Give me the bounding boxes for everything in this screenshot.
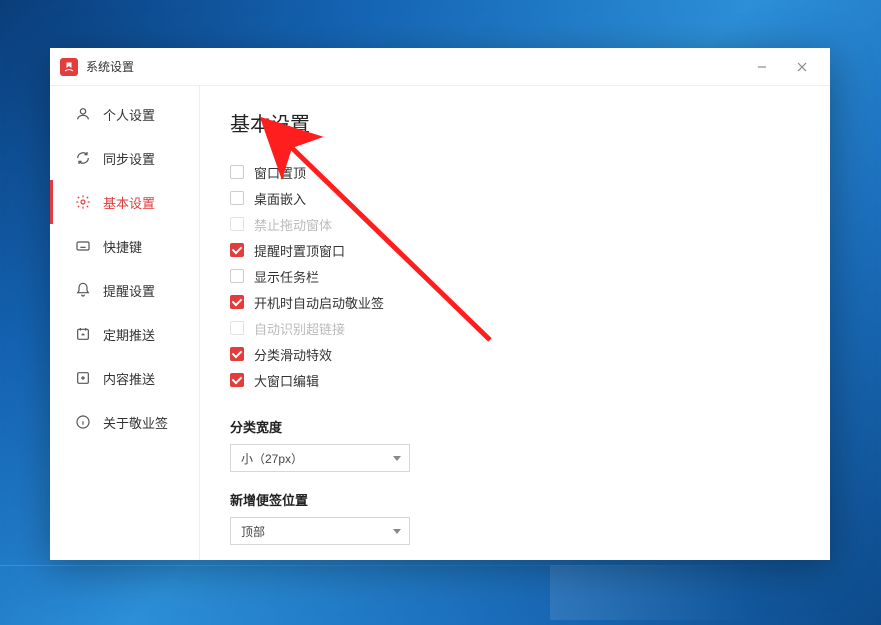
sidebar-item-sync[interactable]: 同步设置 [50, 136, 199, 180]
select-category-width[interactable]: 小（27px） [230, 444, 410, 472]
content-push-icon [75, 370, 91, 386]
minimize-button[interactable] [742, 52, 782, 82]
sidebar-item-label: 定期推送 [103, 325, 155, 344]
titlebar: 系统设置 [50, 48, 830, 86]
sidebar-item-reminder[interactable]: 提醒设置 [50, 268, 199, 312]
check-label: 大窗口编辑 [254, 371, 319, 390]
sidebar-item-label: 个人设置 [103, 105, 155, 124]
check-label: 禁止拖动窗体 [254, 215, 332, 234]
check-label: 桌面嵌入 [254, 189, 306, 208]
check-label: 开机时自动启动敬业签 [254, 293, 384, 312]
sidebar-item-content-push[interactable]: 内容推送 [50, 356, 199, 400]
sidebar-item-basic[interactable]: 基本设置 [50, 180, 199, 224]
content-panel: 基本设置 窗口置顶 桌面嵌入 禁止拖动窗体 提醒时置顶窗口 [200, 86, 830, 560]
info-icon [75, 414, 91, 430]
checkbox-icon [230, 217, 244, 231]
chevron-down-icon [393, 456, 401, 461]
window-title: 系统设置 [86, 58, 134, 75]
app-icon [60, 58, 78, 76]
sidebar-item-about[interactable]: 关于敬业签 [50, 400, 199, 444]
settings-window: 系统设置 个人设置 同步设置 [50, 48, 830, 560]
check-remind-topmost[interactable]: 提醒时置顶窗口 [230, 237, 800, 263]
sidebar-item-shortcuts[interactable]: 快捷键 [50, 224, 199, 268]
sidebar-item-label: 同步设置 [103, 149, 155, 168]
check-disable-drag[interactable]: 禁止拖动窗体 [230, 211, 800, 237]
checkbox-icon [230, 243, 244, 257]
check-window-topmost[interactable]: 窗口置顶 [230, 159, 800, 185]
check-label: 窗口置顶 [254, 163, 306, 182]
page-heading: 基本设置 [230, 108, 800, 137]
check-autostart[interactable]: 开机时自动启动敬业签 [230, 289, 800, 315]
chevron-down-icon [393, 529, 401, 534]
checkbox-icon [230, 191, 244, 205]
check-show-taskbar[interactable]: 显示任务栏 [230, 263, 800, 289]
checkbox-list: 窗口置顶 桌面嵌入 禁止拖动窗体 提醒时置顶窗口 显示任务栏 [230, 159, 800, 393]
sidebar-item-personal[interactable]: 个人设置 [50, 92, 199, 136]
select-new-note-position[interactable]: 顶部 [230, 517, 410, 545]
sidebar-item-label: 内容推送 [103, 369, 155, 388]
check-category-slide[interactable]: 分类滑动特效 [230, 341, 800, 367]
check-label: 提醒时置顶窗口 [254, 241, 345, 260]
calendar-push-icon [75, 326, 91, 342]
checkbox-icon [230, 295, 244, 309]
sidebar-item-label: 快捷键 [103, 237, 142, 256]
sync-icon [75, 150, 91, 166]
sidebar-item-scheduled-push[interactable]: 定期推送 [50, 312, 199, 356]
bell-icon [75, 282, 91, 298]
user-icon [75, 106, 91, 122]
checkbox-icon [230, 347, 244, 361]
checkbox-icon [230, 165, 244, 179]
form-label: 新增便签位置 [230, 490, 800, 509]
checkbox-icon [230, 321, 244, 335]
close-button[interactable] [782, 52, 822, 82]
form-label: 分类宽度 [230, 417, 800, 436]
checkbox-icon [230, 269, 244, 283]
keyboard-icon [75, 238, 91, 254]
select-value: 小（27px） [241, 450, 303, 467]
check-label: 显示任务栏 [254, 267, 319, 286]
sidebar-item-label: 基本设置 [103, 193, 155, 212]
check-label: 分类滑动特效 [254, 345, 332, 364]
checkbox-icon [230, 373, 244, 387]
sidebar-item-label: 关于敬业签 [103, 413, 168, 432]
check-desktop-embed[interactable]: 桌面嵌入 [230, 185, 800, 211]
group-category-width: 分类宽度 小（27px） [230, 417, 800, 472]
group-new-note-position: 新增便签位置 顶部 [230, 490, 800, 545]
select-value: 顶部 [241, 523, 265, 540]
sidebar-item-label: 提醒设置 [103, 281, 155, 300]
check-large-window-edit[interactable]: 大窗口编辑 [230, 367, 800, 393]
check-auto-hyperlink[interactable]: 自动识别超链接 [230, 315, 800, 341]
check-label: 自动识别超链接 [254, 319, 345, 338]
gear-icon [75, 194, 91, 210]
sidebar: 个人设置 同步设置 基本设置 快捷键 [50, 86, 200, 560]
